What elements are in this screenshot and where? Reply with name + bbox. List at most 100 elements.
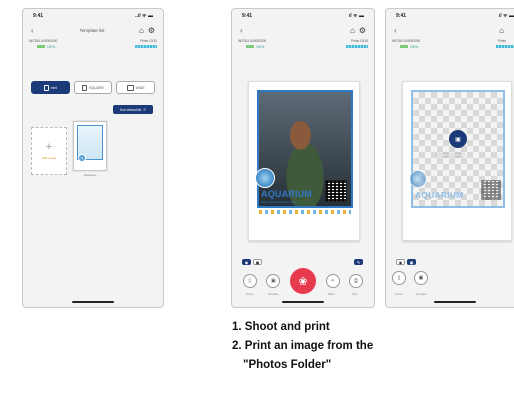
- home-indicator: [434, 301, 476, 303]
- gear-icon[interactable]: ⚙: [148, 26, 155, 35]
- camera-toolbar: ▯ ▣ ❀ ✧ ⎙: [232, 268, 374, 294]
- square-icon: [82, 84, 88, 91]
- format-tabs: mini SQUARE WIDE: [31, 81, 156, 94]
- template-seal-icon: [78, 154, 86, 162]
- prints-bar: [346, 45, 368, 48]
- phone-icon: [43, 84, 49, 91]
- status-icons: ıl ᯤ ▬: [348, 13, 364, 19]
- aquarium-seal-icon: [255, 168, 275, 188]
- frame-decoration-strip: [259, 210, 351, 214]
- frame-title: AQUARIUM: [261, 189, 313, 199]
- battery-percent: 100%: [410, 45, 419, 49]
- device-id: INSTAX-000000000: [238, 39, 267, 43]
- tab-mini[interactable]: mini: [31, 81, 70, 94]
- back-arrow-icon[interactable]: ‹: [240, 26, 254, 35]
- qr-code: [325, 180, 347, 202]
- battery-bar: [37, 45, 45, 48]
- print-button[interactable]: ⎙: [349, 274, 364, 288]
- status-bar: 9:41 ıl ᯤ ▬: [386, 9, 514, 22]
- prints-remaining: Prints 10/10: [139, 39, 157, 43]
- gallery-mode-button[interactable]: ▣: [407, 259, 416, 265]
- template-button[interactable]: ▣: [414, 271, 428, 285]
- plus-icon: +: [45, 141, 53, 153]
- camera-mode-button[interactable]: ◉: [396, 259, 405, 265]
- prints-bar: [496, 45, 514, 48]
- prints-bar: [135, 45, 157, 48]
- nav-bar: ‹ ⌂ ⚙: [232, 23, 374, 37]
- prints-remaining: Prints 10/10: [350, 39, 368, 43]
- template-thumbnail[interactable]: [73, 121, 107, 171]
- status-icons: ..ıl ᯤ ▬: [135, 13, 153, 19]
- camera-mode-toggle: ◉ ▣: [242, 259, 262, 265]
- battery-bar: [246, 45, 254, 48]
- select-photo-label: Select a photo: [437, 152, 465, 157]
- add-template-tile[interactable]: + Add a new: [31, 127, 67, 175]
- wide-icon: [126, 84, 134, 91]
- phone-template-list: 9:41 ..ıl ᯤ ▬ ‹ Template list ⌂ ⚙ INSTAX…: [22, 8, 164, 308]
- status-bar: 9:41 ıl ᯤ ▬: [232, 9, 374, 22]
- home-indicator: [72, 301, 114, 303]
- status-time: 9:41: [242, 13, 253, 19]
- aquarium-seal-icon: [409, 170, 427, 188]
- edit-icon[interactable]: ✎: [354, 259, 363, 265]
- battery-bar: [400, 45, 408, 48]
- camera-mode-toggle: ◉ ▣: [396, 259, 416, 265]
- select-photo-button[interactable]: ▣: [449, 130, 467, 148]
- phone-select-photo: 9:41 ıl ᯤ ▬ ‹ ⌂ INSTAX-000000000 100% Pr…: [385, 8, 514, 308]
- home-icon[interactable]: ⌂: [499, 26, 504, 35]
- device-id: INSTAX-000000000: [392, 39, 421, 43]
- phone-shoot-screen: 9:41 ıl ᯤ ▬ ‹ ⌂ ⚙ INSTAX-000000000 100% …: [231, 8, 375, 308]
- step-2-continued: "Photos Folder": [243, 359, 332, 371]
- shutter-button[interactable]: ❀: [289, 268, 316, 294]
- battery-percent: 100%: [47, 45, 56, 49]
- template-button[interactable]: ▣: [266, 274, 281, 288]
- image-icon: ▣: [455, 136, 461, 143]
- frame-subtitle: Enjoy the underwater world: [261, 200, 298, 204]
- frame-title: AQUARIUM: [415, 190, 464, 200]
- list-icon: ☰: [143, 107, 147, 112]
- step-2: 2. Print an image from the: [232, 340, 374, 352]
- printer-info: INSTAX-000000000 100% Prints: [392, 38, 514, 54]
- steps-caption: 1. Shoot and print 2. Print an image fro…: [232, 318, 373, 375]
- frame-button-label: Frame: [395, 293, 403, 296]
- printer-info: INSTAX-000000000 100% Prints 10/10: [238, 38, 368, 54]
- nav-bar: ‹ ⌂: [386, 23, 514, 37]
- status-time: 9:41: [33, 13, 44, 19]
- nav-bar: ‹ Template list ⌂ ⚙: [23, 23, 163, 37]
- back-arrow-icon[interactable]: ‹: [31, 26, 45, 35]
- printer-info: INSTAX-000000000 100% Prints 10/10: [29, 38, 157, 54]
- frame-button[interactable]: ▯: [392, 271, 406, 285]
- back-arrow-icon[interactable]: ‹: [394, 26, 408, 35]
- template-caption: Aquarium: [83, 173, 97, 177]
- device-id: INSTAX-000000000: [29, 39, 58, 43]
- page-title: Template list: [79, 27, 105, 33]
- add-label: Add a new: [41, 156, 57, 160]
- frame-button[interactable]: ▯: [242, 274, 257, 288]
- home-icon[interactable]: ⌂: [139, 26, 144, 35]
- effect-button[interactable]: ✧: [325, 274, 340, 288]
- qr-code: [481, 180, 501, 200]
- status-time: 9:41: [396, 13, 407, 19]
- print-button-label: Print: [352, 293, 358, 296]
- template-button-label: Template: [416, 293, 427, 296]
- tab-wide[interactable]: WIDE: [116, 81, 156, 94]
- battery-percent: 100%: [256, 45, 265, 49]
- status-icons: ıl ᯤ ▬: [498, 13, 514, 19]
- frame-button-label: Frame: [246, 293, 254, 296]
- status-bar: 9:41 ..ıl ᯤ ▬: [23, 9, 163, 22]
- template-button-label: Template: [268, 293, 279, 296]
- canvas: 9:41 ..ıl ᯤ ▬ ‹ Template list ⌂ ⚙ INSTAX…: [0, 0, 514, 393]
- step-1: 1. Shoot and print: [232, 321, 330, 333]
- tab-square[interactable]: SQUARE: [73, 81, 113, 94]
- frame-preview-card: AQUARIUM Enjoy the underwater world: [248, 81, 360, 241]
- gallery-toolbar: ▯ ▣: [392, 271, 428, 285]
- home-icon[interactable]: ⌂: [350, 26, 355, 35]
- effect-button-label: Effect: [328, 293, 335, 296]
- prints-label: Prints: [497, 39, 506, 43]
- gallery-mode-button[interactable]: ▣: [253, 259, 262, 265]
- gear-icon[interactable]: ⚙: [359, 26, 366, 35]
- sort-button[interactable]: Sort viewed list ☰: [113, 105, 153, 114]
- frame-preview-card: ▣ Select a photo AQUARIUM: [402, 81, 512, 241]
- home-indicator: [282, 301, 324, 303]
- camera-mode-button[interactable]: ◉: [242, 259, 251, 265]
